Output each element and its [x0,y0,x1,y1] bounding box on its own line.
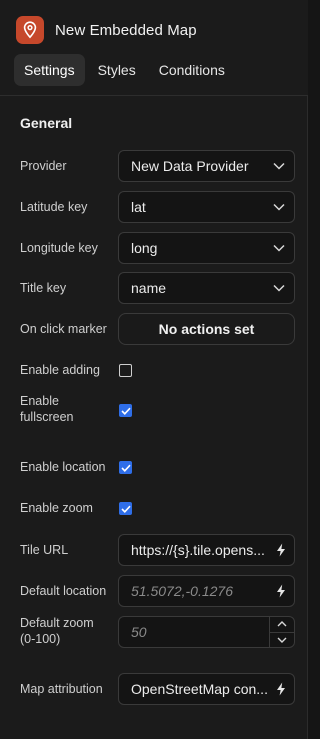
zoom-stepper-controls [269,617,294,647]
title-key-label: Title key [20,281,67,295]
map-attribution-value: OpenStreetMap con... [131,681,268,697]
chevron-down-icon [264,284,294,292]
tab-bar: Settings Styles Conditions [14,54,238,86]
checkmark-icon [120,407,131,415]
enable-fullscreen-checkbox[interactable] [119,404,132,417]
default-zoom-label-line2: (0-100) [20,632,61,646]
chevron-down-icon [264,203,294,211]
on-click-actions-button[interactable]: No actions set [118,313,295,345]
latitude-key-value: lat [131,199,146,215]
map-attribution-input[interactable]: OpenStreetMap con... [118,673,295,705]
enable-zoom-checkbox[interactable] [119,502,132,515]
chevron-down-icon [277,637,287,643]
tab-styles[interactable]: Styles [88,54,146,86]
checkmark-icon [120,505,131,513]
component-title: New Embedded Map [55,22,197,39]
latitude-key-label: Latitude key [20,200,88,214]
default-zoom-label: Default zoom (0-100) [20,615,94,647]
enable-fullscreen-label-line1: Enable [20,394,59,408]
panel-header: New Embedded Map Settings Styles Conditi… [0,0,308,96]
map-attribution-label: Map attribution [20,682,103,696]
chevron-down-icon [264,244,294,252]
tile-url-label: Tile URL [20,543,69,557]
tile-url-value: https://{s}.tile.opens... [131,542,265,558]
default-location-label: Default location [20,584,107,598]
tab-settings[interactable]: Settings [14,54,85,86]
enable-fullscreen-label: Enable fullscreen [20,393,74,425]
lightning-bolt-icon[interactable] [268,543,294,557]
provider-value: New Data Provider [131,158,249,174]
enable-location-label: Enable location [20,460,106,474]
enable-adding-checkbox[interactable] [119,364,132,377]
checkmark-icon [120,464,131,472]
lightning-bolt-icon[interactable] [268,682,294,696]
chevron-up-icon [277,621,287,627]
general-section: General Provider New Data Provider Latit… [0,104,308,739]
tab-conditions[interactable]: Conditions [149,54,235,86]
tile-url-input[interactable]: https://{s}.tile.opens... [118,534,295,566]
on-click-marker-label: On click marker [20,322,107,336]
title-key-value: name [131,280,167,296]
lightning-bolt-icon[interactable] [268,584,294,598]
title-key-select[interactable]: name [118,272,295,304]
default-zoom-placeholder: 50 [131,624,147,640]
decrement-button[interactable] [270,631,294,648]
enable-zoom-label: Enable zoom [20,501,93,515]
default-location-placeholder: 51.5072,-0.1276 [131,583,233,599]
provider-label: Provider [20,159,67,173]
provider-select[interactable]: New Data Provider [118,150,295,182]
latitude-key-select[interactable]: lat [118,191,295,223]
enable-location-checkbox[interactable] [119,461,132,474]
longitude-key-value: long [131,240,158,256]
enable-fullscreen-label-line2: fullscreen [20,410,74,424]
chevron-down-icon [264,162,294,170]
settings-panel: New Embedded Map Settings Styles Conditi… [0,0,308,739]
default-zoom-label-line1: Default zoom [20,616,94,630]
location-pin-icon [16,16,44,44]
longitude-key-label: Longitude key [20,241,98,255]
increment-button[interactable] [270,617,294,632]
enable-adding-label: Enable adding [20,363,100,377]
default-location-input[interactable]: 51.5072,-0.1276 [118,575,295,607]
longitude-key-select[interactable]: long [118,232,295,264]
section-title: General [20,115,73,131]
default-zoom-stepper[interactable]: 50 [118,616,295,648]
